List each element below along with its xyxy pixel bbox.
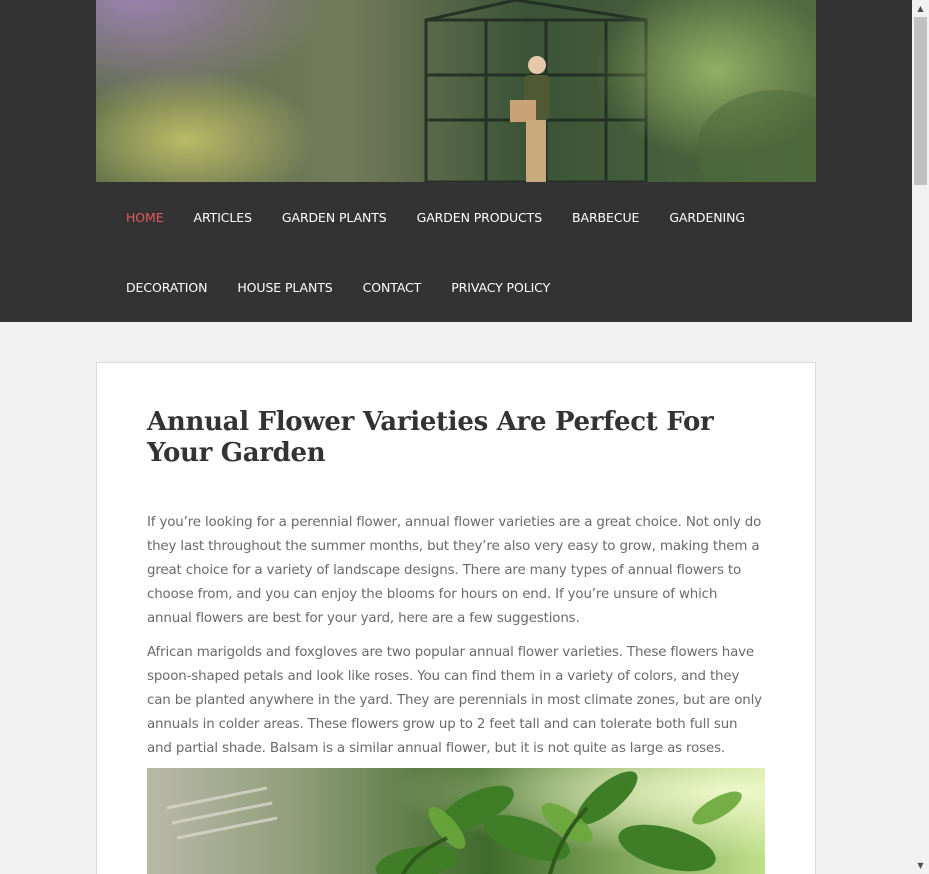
nav-row-1: HOME ARTICLES GARDEN PLANTS GARDEN PRODU… <box>126 182 775 252</box>
scroll-down-arrow-icon[interactable]: ▼ <box>912 857 929 874</box>
header-banner-image[interactable] <box>96 0 816 182</box>
page: HOME ARTICLES GARDEN PLANTS GARDEN PRODU… <box>0 0 912 874</box>
nav-item-house-plants[interactable]: HOUSE PLANTS <box>237 280 332 295</box>
nav-item-barbecue[interactable]: BARBECUE <box>572 210 639 225</box>
nav-item-decoration[interactable]: DECORATION <box>126 280 207 295</box>
scroll-up-arrow-icon[interactable]: ▲ <box>912 0 929 17</box>
nav-item-home[interactable]: HOME <box>126 210 164 225</box>
article-paragraph: If you’re looking for a perennial flower… <box>147 515 762 626</box>
nav-item-contact[interactable]: CONTACT <box>363 280 422 295</box>
article-paragraph: African marigolds and foxgloves are two … <box>147 645 762 756</box>
vertical-scrollbar[interactable]: ▲ ▼ <box>912 0 929 874</box>
nav-item-privacy-policy[interactable]: PRIVACY POLICY <box>451 280 550 295</box>
nav-item-articles[interactable]: ARTICLES <box>194 210 252 225</box>
article-body: If you’re looking for a perennial flower… <box>147 511 765 771</box>
scrollbar-thumb[interactable] <box>914 17 927 185</box>
nav-item-garden-products[interactable]: GARDEN PRODUCTS <box>417 210 543 225</box>
article-image <box>147 768 765 874</box>
nav-row-2: DECORATION HOUSE PLANTS CONTACT PRIVACY … <box>126 252 580 322</box>
nav-item-garden-plants[interactable]: GARDEN PLANTS <box>282 210 387 225</box>
article-card: Annual Flower Varieties Are Perfect For … <box>96 362 816 874</box>
article-title[interactable]: Annual Flower Varieties Are Perfect For … <box>147 407 777 469</box>
site-header: HOME ARTICLES GARDEN PLANTS GARDEN PRODU… <box>0 0 912 322</box>
main-navigation: HOME ARTICLES GARDEN PLANTS GARDEN PRODU… <box>96 182 816 322</box>
nav-item-gardening[interactable]: GARDENING <box>669 210 745 225</box>
